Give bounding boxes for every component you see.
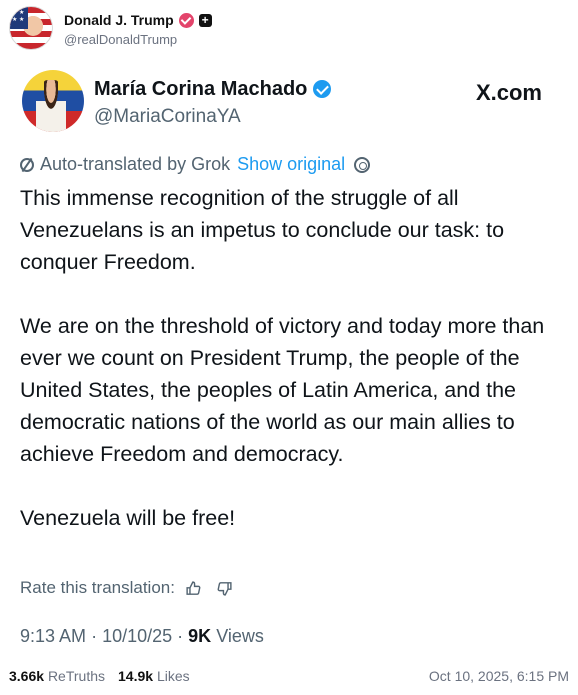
tweet-paragraph: We are on the threshold of victory and t… bbox=[20, 314, 545, 466]
meta-separator: · bbox=[91, 626, 103, 646]
retruths-stat[interactable]: 3.66k ReTruths bbox=[9, 668, 105, 684]
author-info: Donald J. Trump + @realDonaldTrump bbox=[64, 9, 212, 47]
plus-badge-icon: + bbox=[198, 13, 212, 27]
author-name-row: Donald J. Trump + bbox=[64, 9, 212, 31]
author-name[interactable]: Donald J. Trump bbox=[64, 12, 174, 28]
thumbs-up-icon[interactable] bbox=[185, 580, 202, 597]
show-original-link[interactable]: Show original bbox=[237, 154, 345, 175]
tweet-author-handle[interactable]: @MariaCorinaYA bbox=[94, 106, 331, 128]
tweet-meta: 9:13 AM · 10/10/25 · 9K Views bbox=[20, 626, 264, 647]
translation-label: Auto-translated by Grok bbox=[40, 154, 231, 174]
rate-label: Rate this translation: bbox=[20, 578, 175, 597]
post-footer: 3.66k ReTruths 14.9k Likes Oct 10, 2025,… bbox=[9, 668, 569, 684]
rate-translation: Rate this translation: bbox=[20, 578, 233, 598]
gear-icon[interactable] bbox=[354, 156, 371, 173]
verified-badge-icon bbox=[313, 80, 332, 98]
tweet-paragraph: This immense recognition of the struggle… bbox=[20, 186, 505, 274]
avatar[interactable] bbox=[9, 6, 53, 50]
meta-separator: · bbox=[177, 626, 189, 646]
post-header: Donald J. Trump + @realDonaldTrump bbox=[9, 6, 212, 50]
likes-count: 14.9k bbox=[118, 668, 154, 684]
post-timestamp[interactable]: Oct 10, 2025, 6:15 PM bbox=[429, 668, 569, 684]
views-count: 9K bbox=[188, 626, 212, 646]
source-domain[interactable]: X.com bbox=[476, 80, 542, 106]
tweet-author-avatar[interactable] bbox=[22, 70, 84, 132]
flag-stars bbox=[10, 7, 28, 29]
tweet-date[interactable]: 10/10/25 bbox=[102, 626, 172, 646]
author-handle[interactable]: @realDonaldTrump bbox=[64, 32, 212, 47]
tweet-time[interactable]: 9:13 AM bbox=[20, 626, 86, 646]
thumbs-down-icon[interactable] bbox=[216, 580, 233, 597]
likes-stat[interactable]: 14.9k Likes bbox=[118, 668, 190, 684]
grok-icon bbox=[20, 157, 34, 172]
retruths-label: ReTruths bbox=[47, 668, 105, 684]
retruths-count: 3.66k bbox=[9, 668, 45, 684]
views-label: Views bbox=[216, 626, 264, 646]
verified-badge-icon bbox=[178, 12, 194, 28]
tweet-author-name-row: María Corina Machado bbox=[94, 76, 332, 102]
likes-label: Likes bbox=[156, 668, 190, 684]
tweet-paragraph: Venezuela will be free! bbox=[20, 506, 236, 530]
tweet-text: This immense recognition of the struggle… bbox=[20, 182, 565, 534]
avatar-portrait bbox=[36, 80, 66, 132]
tweet-author-info: María Corina Machado @MariaCorinaYA bbox=[94, 76, 332, 128]
translation-bar: Auto-translated by Grok Show original bbox=[20, 154, 371, 175]
tweet-author-name[interactable]: María Corina Machado bbox=[94, 78, 307, 101]
